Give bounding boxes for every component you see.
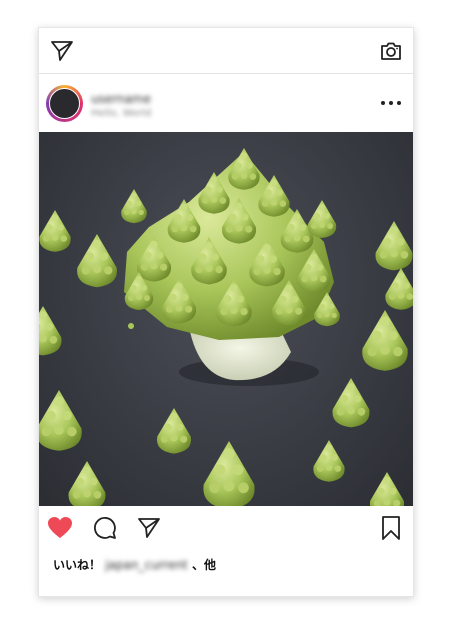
liked-by-username[interactable]: japan_current [105, 558, 188, 572]
comment-icon[interactable] [93, 516, 117, 540]
send-icon[interactable] [137, 516, 161, 540]
bookmark-icon[interactable] [380, 516, 402, 540]
post-card: username Hello, World いいね！ japan_current… [38, 27, 414, 597]
likes-line: いいね！ japan_current 、他 [53, 556, 216, 573]
likes-prefix: いいね！ [53, 558, 102, 572]
more-horizontal-icon[interactable] [381, 101, 401, 105]
heart-icon[interactable] [47, 516, 73, 540]
top-bar [39, 28, 413, 74]
camera-icon[interactable] [379, 39, 403, 63]
location[interactable]: Hello, World [91, 108, 151, 119]
avatar[interactable] [46, 85, 83, 122]
send-icon[interactable] [50, 39, 74, 63]
username[interactable]: username [91, 92, 151, 106]
post-header: username Hello, World [39, 74, 413, 132]
likes-suffix[interactable]: 、他 [192, 558, 216, 572]
romanesco-illustration [39, 148, 413, 506]
avatar-image [49, 88, 80, 119]
action-bar [39, 506, 413, 550]
post-photo[interactable] [39, 132, 413, 506]
